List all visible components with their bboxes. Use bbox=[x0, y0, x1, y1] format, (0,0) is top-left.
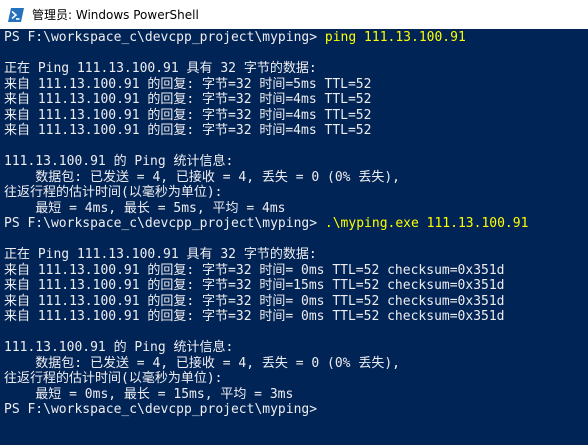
output-line: 来自 111.13.100.91 的回复: 字节=32 时间=4ms TTL=5… bbox=[4, 107, 372, 123]
output-line: 来自 111.13.100.91 的回复: 字节=32 时间=4ms TTL=5… bbox=[4, 123, 372, 138]
output-line: 来自 111.13.100.91 的回复: 字节=32 时间= 0ms TTL=… bbox=[4, 309, 505, 324]
prompt-line: PS F:\workspace_c\devcpp_project\myping> bbox=[4, 402, 588, 418]
output-line: 往返行程的估计时间(以毫秒为单位): bbox=[4, 371, 223, 386]
output-line: 往返行程的估计时间(以毫秒为单位): bbox=[4, 185, 223, 200]
prompt-line: PS F:\workspace_c\devcpp_project\myping>… bbox=[4, 216, 588, 232]
prompt-path: PS F:\workspace_c\devcpp_project\myping> bbox=[4, 30, 318, 45]
output-line: 来自 111.13.100.91 的回复: 字节=32 时间= 0ms TTL=… bbox=[4, 293, 505, 309]
output-line: 来自 111.13.100.91 的回复: 字节=32 时间= 0ms TTL=… bbox=[4, 262, 505, 278]
output-line: 111.13.100.91 的 Ping 统计信息: bbox=[4, 340, 234, 355]
output-line: 来自 111.13.100.91 的回复: 字节=32 时间=15ms TTL=… bbox=[4, 278, 505, 293]
output-line: 来自 111.13.100.91 的回复: 字节=32 时间=5ms TTL=5… bbox=[4, 76, 372, 92]
command-text: .\myping.exe 111.13.100.91 bbox=[317, 216, 529, 231]
powershell-icon bbox=[8, 7, 24, 23]
output-line: 最短 = 0ms, 最长 = 15ms, 平均 = 3ms bbox=[4, 386, 294, 402]
title-bar[interactable]: 管理员: Windows PowerShell bbox=[0, 0, 588, 29]
output-line: 数据包: 已发送 = 4, 已接收 = 4, 丢失 = 0 (0% 丢失), bbox=[4, 355, 400, 371]
prompt-path: PS F:\workspace_c\devcpp_project\myping> bbox=[4, 216, 318, 231]
output-line: 数据包: 已发送 = 4, 已接收 = 4, 丢失 = 0 (0% 丢失), bbox=[4, 169, 400, 185]
prompt-path: PS F:\workspace_c\devcpp_project\myping> bbox=[4, 402, 318, 417]
output-line: 最短 = 4ms, 最长 = 5ms, 平均 = 4ms bbox=[4, 200, 286, 216]
console-output[interactable]: PS F:\workspace_c\devcpp_project\myping>… bbox=[4, 30, 588, 445]
prompt-line: PS F:\workspace_c\devcpp_project\myping>… bbox=[4, 30, 588, 46]
output-line: 来自 111.13.100.91 的回复: 字节=32 时间=4ms TTL=5… bbox=[4, 92, 372, 107]
window-title: 管理员: Windows PowerShell bbox=[32, 8, 199, 22]
output-line: 正在 Ping 111.13.100.91 具有 32 字节的数据: bbox=[4, 61, 317, 76]
output-line: 111.13.100.91 的 Ping 统计信息: bbox=[4, 154, 234, 169]
output-line: 正在 Ping 111.13.100.91 具有 32 字节的数据: bbox=[4, 247, 317, 262]
command-text: ping 111.13.100.91 bbox=[317, 30, 466, 45]
powershell-window: 管理员: Windows PowerShell PS F:\workspace_… bbox=[0, 0, 588, 445]
